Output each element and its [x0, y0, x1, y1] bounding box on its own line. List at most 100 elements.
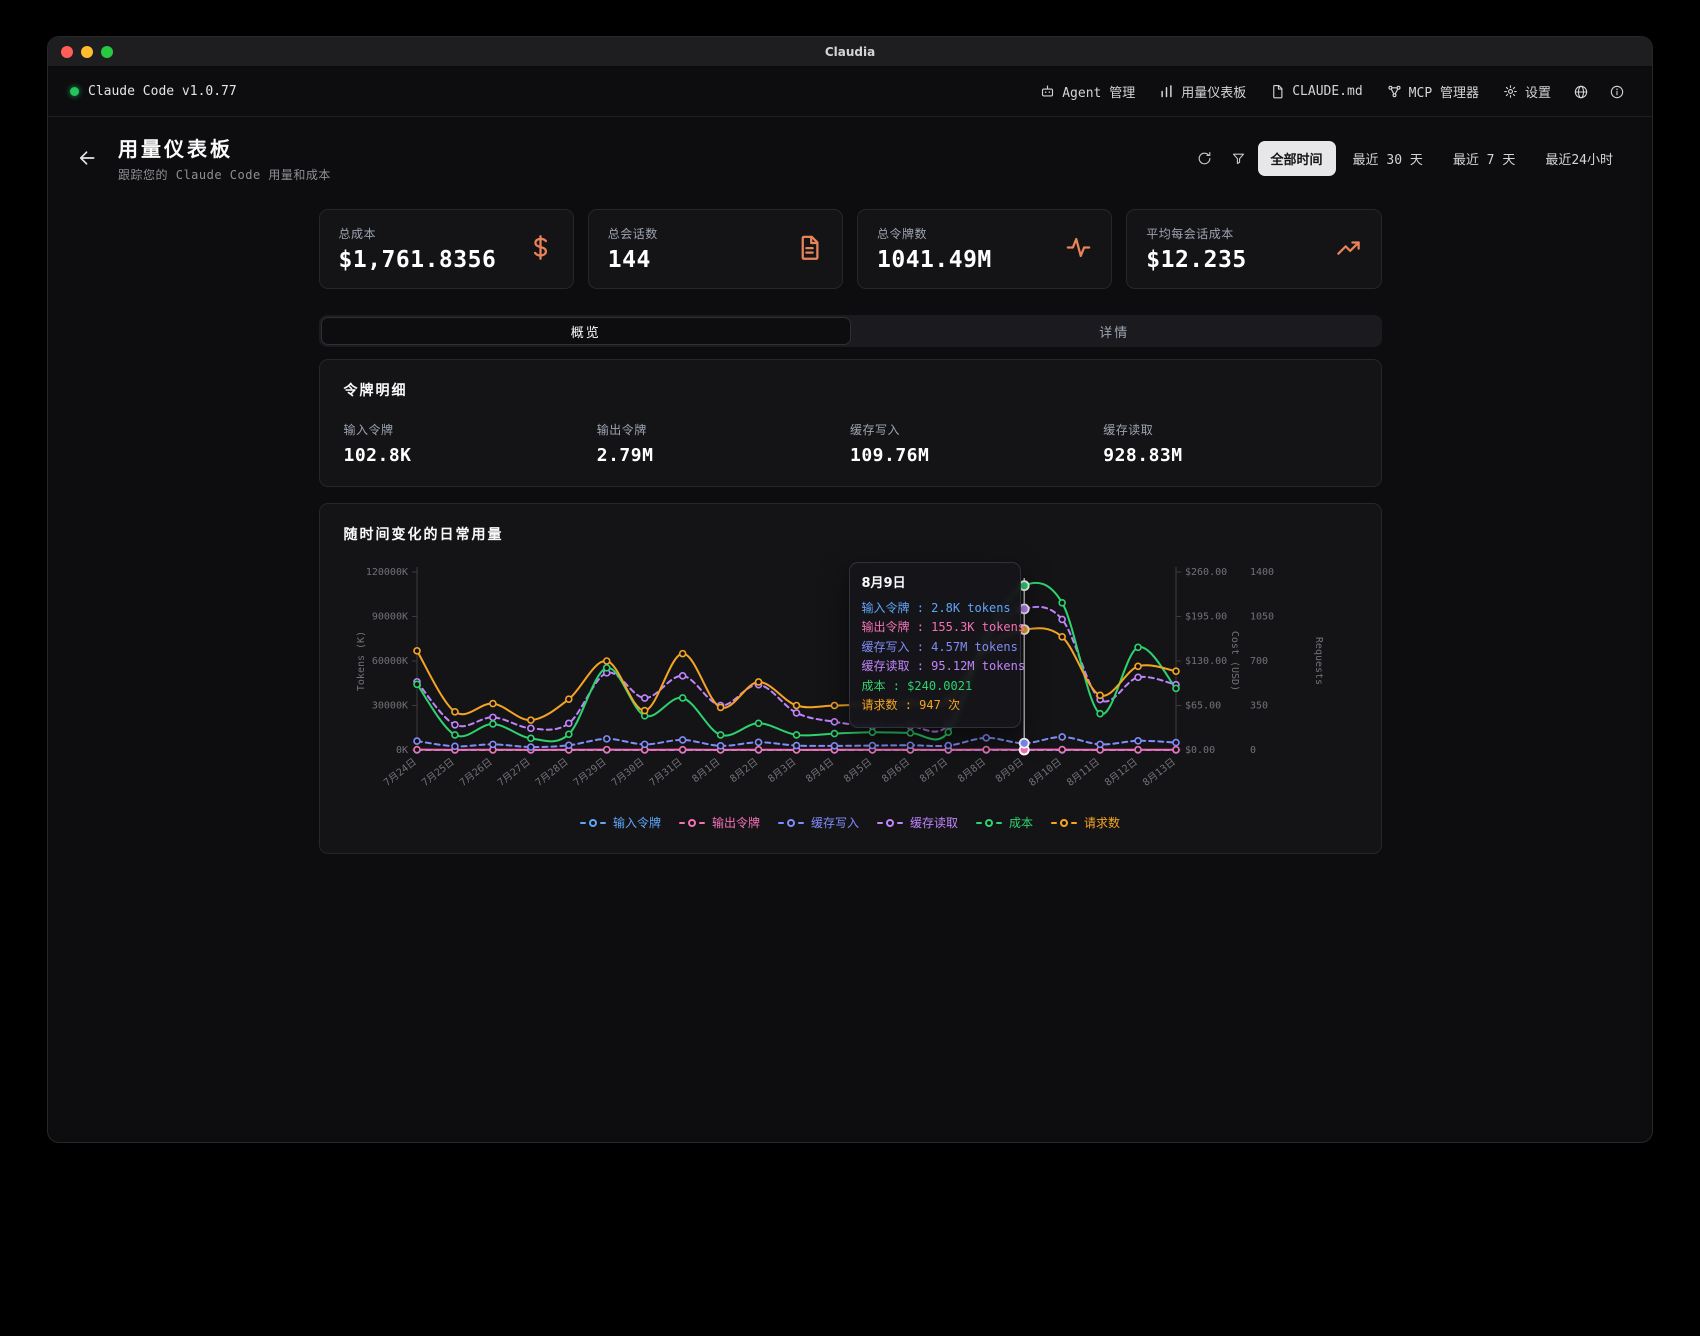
svg-text:8月10日: 8月10日 [1026, 756, 1063, 789]
svg-text:7月24日: 7月24日 [381, 756, 418, 789]
filter-last-30-days[interactable]: 最近 30 天 [1340, 141, 1436, 176]
network-icon [1387, 84, 1402, 99]
token-breakdown-grid: 输入令牌 102.8K 输出令牌 2.79M 缓存写入 109.76M 缓存读取… [344, 421, 1357, 466]
page-subtitle: 跟踪您的 Claude Code 用量和成本 [118, 166, 331, 183]
nav-label: 设置 [1525, 82, 1551, 101]
filter-last-24-hours[interactable]: 最近24小时 [1532, 141, 1626, 176]
legend-item-output-tokens[interactable]: 输出令牌 [679, 814, 760, 831]
svg-text:90000K: 90000K [371, 612, 407, 623]
stat-value: 1041.49M [877, 247, 992, 273]
legend-swatch-icon [679, 822, 685, 824]
svg-text:8月6日: 8月6日 [879, 756, 912, 785]
svg-text:1050: 1050 [1250, 612, 1274, 623]
legend-swatch-icon [1071, 822, 1077, 824]
stat-value: 144 [608, 247, 658, 273]
svg-text:7月26日: 7月26日 [457, 756, 494, 789]
nav-claude-md[interactable]: CLAUDE.md [1259, 77, 1373, 106]
legend-item-cache-read[interactable]: 缓存读取 [877, 814, 958, 831]
gear-icon [1503, 84, 1518, 99]
close-window-button[interactable] [61, 46, 73, 58]
legend-item-cost[interactable]: 成本 [976, 814, 1033, 831]
nav-mcp-manager[interactable]: MCP 管理器 [1376, 75, 1490, 108]
token-label: 缓存读取 [1103, 421, 1356, 438]
svg-text:7月27日: 7月27日 [495, 756, 532, 789]
svg-text:$0.00: $0.00 [1185, 745, 1215, 756]
filter-last-7-days[interactable]: 最近 7 天 [1440, 141, 1528, 176]
legend-dot-icon [688, 819, 696, 827]
usage-chart[interactable]: 0K30000K60000K90000K120000K$0.00$65.00$1… [344, 560, 1359, 808]
svg-text:350: 350 [1250, 701, 1268, 712]
nav-label: CLAUDE.md [1292, 84, 1362, 99]
svg-text:8月2日: 8月2日 [727, 756, 760, 785]
chart-legend: 输入令牌 输出令牌 缓存写入 缓存读取 [344, 814, 1357, 831]
token-breakdown-title: 令牌明细 [344, 380, 1357, 400]
legend-swatch-icon [580, 822, 586, 824]
svg-text:$65.00: $65.00 [1185, 701, 1221, 712]
maximize-window-button[interactable] [101, 46, 113, 58]
svg-text:7月29日: 7月29日 [571, 756, 608, 789]
svg-text:Cost (USD): Cost (USD) [1229, 631, 1240, 691]
activity-icon [1065, 234, 1092, 265]
stat-value: $1,761.8356 [339, 247, 497, 273]
stat-label: 总令牌数 [877, 225, 992, 242]
arrow-left-icon [77, 148, 97, 168]
minimize-window-button[interactable] [81, 46, 93, 58]
stat-label: 平均每会话成本 [1146, 225, 1246, 242]
document-icon [796, 234, 823, 265]
svg-text:8月11日: 8月11日 [1064, 756, 1101, 789]
svg-text:8月3日: 8月3日 [765, 756, 798, 785]
legend-item-input-tokens[interactable]: 输入令牌 [580, 814, 661, 831]
tab-details[interactable]: 详情 [850, 318, 1379, 344]
chart-area: 0K30000K60000K90000K120000K$0.00$65.00$1… [344, 560, 1357, 808]
filter-all-time[interactable]: 全部时间 [1258, 141, 1336, 176]
token-value: 109.76M [850, 445, 1103, 466]
back-button[interactable] [74, 145, 100, 171]
nav-settings[interactable]: 设置 [1492, 75, 1562, 108]
legend-item-requests[interactable]: 请求数 [1051, 814, 1120, 831]
legend-item-cache-write[interactable]: 缓存写入 [778, 814, 859, 831]
token-breakdown-panel: 令牌明细 输入令牌 102.8K 输出令牌 2.79M 缓存写入 109.76M [319, 359, 1382, 487]
tab-overview[interactable]: 概览 [322, 318, 851, 344]
chart-title: 随时间变化的日常用量 [344, 524, 1357, 544]
svg-text:1400: 1400 [1250, 567, 1274, 578]
legend-swatch-icon [996, 822, 1002, 824]
svg-text:120000K: 120000K [365, 567, 407, 578]
svg-text:8月7日: 8月7日 [917, 756, 950, 785]
token-stat-output: 输出令牌 2.79M [597, 421, 850, 466]
stat-value: $12.235 [1146, 247, 1246, 273]
legend-swatch-icon [778, 822, 784, 824]
stat-label: 总会话数 [608, 225, 658, 242]
svg-text:0: 0 [1250, 745, 1256, 756]
language-globe-button[interactable] [1564, 76, 1598, 108]
info-button[interactable] [1600, 76, 1634, 108]
stat-card-total-sessions: 总会话数 144 [588, 209, 843, 289]
nav-usage-dashboard[interactable]: 用量仪表板 [1148, 75, 1257, 108]
svg-text:8月12日: 8月12日 [1102, 756, 1139, 789]
legend-swatch-icon [1051, 822, 1057, 824]
page-header: 用量仪表板 跟踪您的 Claude Code 用量和成本 全部时间 最近 30 … [48, 117, 1652, 197]
refresh-button[interactable] [1190, 143, 1220, 173]
daily-usage-panel: 随时间变化的日常用量 0K30000K60000K90000K120000K$0… [319, 503, 1382, 854]
legend-label: 成本 [1009, 814, 1033, 831]
page-title: 用量仪表板 [118, 133, 331, 162]
svg-text:8月9日: 8月9日 [993, 756, 1026, 785]
svg-text:$260.00: $260.00 [1185, 567, 1227, 578]
token-value: 2.79M [597, 445, 850, 466]
legend-dot-icon [1060, 819, 1068, 827]
nav-agent-manager[interactable]: Agent 管理 [1029, 75, 1146, 108]
filter-button[interactable] [1224, 143, 1254, 173]
svg-text:0K: 0K [395, 745, 407, 756]
svg-text:$130.00: $130.00 [1185, 656, 1227, 667]
app-status: Claude Code v1.0.77 [70, 84, 237, 99]
svg-text:7月31日: 7月31日 [647, 756, 684, 789]
svg-text:$195.00: $195.00 [1185, 612, 1227, 623]
view-tabs: 概览 详情 [319, 315, 1382, 347]
legend-dot-icon [985, 819, 993, 827]
refresh-icon [1197, 151, 1212, 166]
stat-cards: 总成本 $1,761.8356 总会话数 144 [319, 209, 1382, 289]
stat-card-total-cost: 总成本 $1,761.8356 [319, 209, 574, 289]
robot-icon [1040, 84, 1055, 99]
nav-label: 用量仪表板 [1181, 82, 1246, 101]
bar-chart-icon [1159, 84, 1174, 99]
legend-swatch-icon [798, 822, 804, 824]
